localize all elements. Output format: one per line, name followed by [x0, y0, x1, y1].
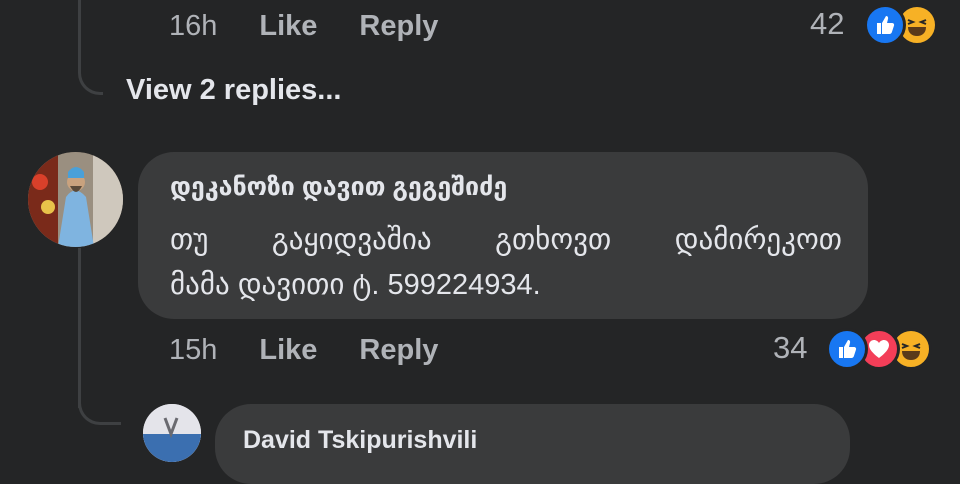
like-button[interactable]: Like [259, 10, 317, 43]
reaction-count[interactable]: 34 [773, 330, 807, 366]
reaction-icons[interactable] [864, 4, 938, 46]
comment-text-line2: მამა დავითი ტ. 599224934. [170, 269, 541, 301]
comment-text: თუ გაყიდვაშია გთხოვთ დამირეკოთ მამა დავი… [170, 218, 842, 308]
reaction-icons[interactable] [826, 328, 932, 370]
comment-word: დამირეკოთ [674, 224, 842, 256]
like-icon [864, 4, 906, 46]
avatar[interactable] [28, 152, 123, 247]
reply-button[interactable]: Reply [359, 10, 438, 43]
comment-text-line1: თუ გაყიდვაშია გთხოვთ დამირეკოთ [170, 218, 842, 263]
reply-button[interactable]: Reply [359, 334, 438, 367]
reply-connector [78, 380, 121, 425]
comment-word: გთხოვთ [495, 224, 612, 256]
comment-actions: 15h Like Reply [169, 334, 480, 367]
view-replies-link[interactable]: View 2 replies... [126, 74, 341, 107]
thread-connector [78, 40, 103, 95]
reply-author[interactable]: David Tskipurishvili [243, 426, 477, 455]
like-button[interactable]: Like [259, 334, 317, 367]
comment-time[interactable]: 15h [169, 334, 217, 367]
reaction-count[interactable]: 42 [810, 6, 844, 42]
comment-author[interactable]: დეკანოზი დავით გეგეშიძე [170, 172, 507, 202]
comment-word: თუ [170, 224, 209, 256]
reply-avatar[interactable] [143, 404, 201, 462]
comment-time[interactable]: 16h [169, 10, 217, 43]
comment-word: გაყიდვაშია [271, 224, 432, 256]
top-comment-actions: 16h Like Reply [169, 10, 480, 43]
like-icon [826, 328, 868, 370]
